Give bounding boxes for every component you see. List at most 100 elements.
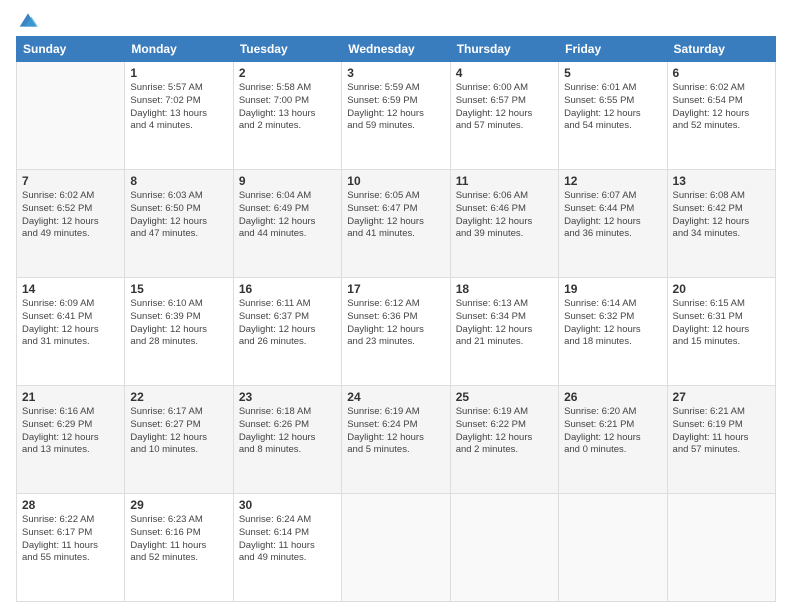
calendar-cell: 22 Sunrise: 6:17 AMSunset: 6:27 PMDayligh… bbox=[125, 386, 233, 494]
calendar-week-row: 7 Sunrise: 6:02 AMSunset: 6:52 PMDaylight… bbox=[17, 170, 776, 278]
day-number: 24 bbox=[347, 390, 444, 404]
day-info: Sunrise: 6:13 AMSunset: 6:34 PMDaylight:… bbox=[456, 298, 553, 349]
logo bbox=[16, 12, 38, 28]
day-info: Sunrise: 6:00 AMSunset: 6:57 PMDaylight:… bbox=[456, 82, 553, 133]
calendar-cell: 6 Sunrise: 6:02 AMSunset: 6:54 PMDaylight… bbox=[667, 62, 775, 170]
day-info: Sunrise: 6:02 AMSunset: 6:52 PMDaylight:… bbox=[22, 190, 119, 241]
calendar-cell: 18 Sunrise: 6:13 AMSunset: 6:34 PMDayligh… bbox=[450, 278, 558, 386]
day-number: 19 bbox=[564, 282, 661, 296]
day-number: 8 bbox=[130, 174, 227, 188]
day-number: 20 bbox=[673, 282, 770, 296]
calendar-cell: 5 Sunrise: 6:01 AMSunset: 6:55 PMDaylight… bbox=[559, 62, 667, 170]
calendar-cell bbox=[559, 494, 667, 602]
day-number: 5 bbox=[564, 66, 661, 80]
calendar-week-row: 28 Sunrise: 6:22 AMSunset: 6:17 PMDayligh… bbox=[17, 494, 776, 602]
calendar-cell bbox=[667, 494, 775, 602]
calendar-week-row: 14 Sunrise: 6:09 AMSunset: 6:41 PMDayligh… bbox=[17, 278, 776, 386]
day-info: Sunrise: 6:07 AMSunset: 6:44 PMDaylight:… bbox=[564, 190, 661, 241]
day-info: Sunrise: 6:09 AMSunset: 6:41 PMDaylight:… bbox=[22, 298, 119, 349]
day-info: Sunrise: 6:23 AMSunset: 6:16 PMDaylight:… bbox=[130, 514, 227, 565]
day-number: 10 bbox=[347, 174, 444, 188]
day-number: 16 bbox=[239, 282, 336, 296]
day-info: Sunrise: 5:58 AMSunset: 7:00 PMDaylight:… bbox=[239, 82, 336, 133]
calendar-cell bbox=[342, 494, 450, 602]
day-info: Sunrise: 6:24 AMSunset: 6:14 PMDaylight:… bbox=[239, 514, 336, 565]
calendar-cell: 2Sunrise: 5:58 AMSunset: 7:00 PMDaylight… bbox=[233, 62, 341, 170]
day-number: 26 bbox=[564, 390, 661, 404]
day-number: 4 bbox=[456, 66, 553, 80]
calendar-cell: 3Sunrise: 5:59 AMSunset: 6:59 PMDaylight… bbox=[342, 62, 450, 170]
calendar-header-friday: Friday bbox=[559, 37, 667, 62]
calendar-header-sunday: Sunday bbox=[17, 37, 125, 62]
day-info: Sunrise: 6:10 AMSunset: 6:39 PMDaylight:… bbox=[130, 298, 227, 349]
day-info: Sunrise: 6:15 AMSunset: 6:31 PMDaylight:… bbox=[673, 298, 770, 349]
day-number: 25 bbox=[456, 390, 553, 404]
calendar-cell: 20 Sunrise: 6:15 AMSunset: 6:31 PMDayligh… bbox=[667, 278, 775, 386]
day-info: Sunrise: 6:14 AMSunset: 6:32 PMDaylight:… bbox=[564, 298, 661, 349]
day-number: 27 bbox=[673, 390, 770, 404]
calendar-header-wednesday: Wednesday bbox=[342, 37, 450, 62]
day-info: Sunrise: 6:19 AMSunset: 6:22 PMDaylight:… bbox=[456, 406, 553, 457]
calendar-cell: 10 Sunrise: 6:05 AMSunset: 6:47 PMDayligh… bbox=[342, 170, 450, 278]
day-number: 21 bbox=[22, 390, 119, 404]
calendar-header-tuesday: Tuesday bbox=[233, 37, 341, 62]
day-number: 17 bbox=[347, 282, 444, 296]
day-number: 15 bbox=[130, 282, 227, 296]
calendar-cell: 4 Sunrise: 6:00 AMSunset: 6:57 PMDaylight… bbox=[450, 62, 558, 170]
day-info: Sunrise: 6:06 AMSunset: 6:46 PMDaylight:… bbox=[456, 190, 553, 241]
calendar-cell: 29Sunrise: 6:23 AMSunset: 6:16 PMDayligh… bbox=[125, 494, 233, 602]
day-info: Sunrise: 6:12 AMSunset: 6:36 PMDaylight:… bbox=[347, 298, 444, 349]
calendar-week-row: 21 Sunrise: 6:16 AMSunset: 6:29 PMDayligh… bbox=[17, 386, 776, 494]
day-number: 22 bbox=[130, 390, 227, 404]
calendar-cell: 28 Sunrise: 6:22 AMSunset: 6:17 PMDayligh… bbox=[17, 494, 125, 602]
day-info: Sunrise: 6:01 AMSunset: 6:55 PMDaylight:… bbox=[564, 82, 661, 133]
day-info: Sunrise: 6:22 AMSunset: 6:17 PMDaylight:… bbox=[22, 514, 119, 565]
day-number: 30 bbox=[239, 498, 336, 512]
calendar-cell: 26 Sunrise: 6:20 AMSunset: 6:21 PMDayligh… bbox=[559, 386, 667, 494]
calendar-cell: 13Sunrise: 6:08 AMSunset: 6:42 PMDayligh… bbox=[667, 170, 775, 278]
calendar-cell: 25 Sunrise: 6:19 AMSunset: 6:22 PMDayligh… bbox=[450, 386, 558, 494]
calendar-cell: 16 Sunrise: 6:11 AMSunset: 6:37 PMDayligh… bbox=[233, 278, 341, 386]
calendar-cell bbox=[17, 62, 125, 170]
calendar-cell: 15 Sunrise: 6:10 AMSunset: 6:39 PMDayligh… bbox=[125, 278, 233, 386]
day-info: Sunrise: 6:20 AMSunset: 6:21 PMDaylight:… bbox=[564, 406, 661, 457]
day-number: 28 bbox=[22, 498, 119, 512]
calendar-cell: 11Sunrise: 6:06 AMSunset: 6:46 PMDayligh… bbox=[450, 170, 558, 278]
calendar-cell: 24 Sunrise: 6:19 AMSunset: 6:24 PMDayligh… bbox=[342, 386, 450, 494]
calendar-header-row: SundayMondayTuesdayWednesdayThursdayFrid… bbox=[17, 37, 776, 62]
calendar-cell: 17 Sunrise: 6:12 AMSunset: 6:36 PMDayligh… bbox=[342, 278, 450, 386]
calendar-cell: 1Sunrise: 5:57 AMSunset: 7:02 PMDaylight… bbox=[125, 62, 233, 170]
calendar-header-thursday: Thursday bbox=[450, 37, 558, 62]
day-info: Sunrise: 6:19 AMSunset: 6:24 PMDaylight:… bbox=[347, 406, 444, 457]
calendar-cell: 30 Sunrise: 6:24 AMSunset: 6:14 PMDayligh… bbox=[233, 494, 341, 602]
day-number: 9 bbox=[239, 174, 336, 188]
day-number: 6 bbox=[673, 66, 770, 80]
day-info: Sunrise: 5:59 AMSunset: 6:59 PMDaylight:… bbox=[347, 82, 444, 133]
calendar-cell: 7 Sunrise: 6:02 AMSunset: 6:52 PMDaylight… bbox=[17, 170, 125, 278]
calendar-header-saturday: Saturday bbox=[667, 37, 775, 62]
day-number: 18 bbox=[456, 282, 553, 296]
day-info: Sunrise: 6:18 AMSunset: 6:26 PMDaylight:… bbox=[239, 406, 336, 457]
calendar-cell: 19 Sunrise: 6:14 AMSunset: 6:32 PMDayligh… bbox=[559, 278, 667, 386]
day-number: 14 bbox=[22, 282, 119, 296]
day-number: 7 bbox=[22, 174, 119, 188]
calendar-cell bbox=[450, 494, 558, 602]
day-number: 12 bbox=[564, 174, 661, 188]
day-info: Sunrise: 6:04 AMSunset: 6:49 PMDaylight:… bbox=[239, 190, 336, 241]
calendar-cell: 27 Sunrise: 6:21 AMSunset: 6:19 PMDayligh… bbox=[667, 386, 775, 494]
calendar-table: SundayMondayTuesdayWednesdayThursdayFrid… bbox=[16, 36, 776, 602]
page: SundayMondayTuesdayWednesdayThursdayFrid… bbox=[0, 0, 792, 612]
day-info: Sunrise: 6:17 AMSunset: 6:27 PMDaylight:… bbox=[130, 406, 227, 457]
calendar-cell: 21 Sunrise: 6:16 AMSunset: 6:29 PMDayligh… bbox=[17, 386, 125, 494]
logo-icon bbox=[18, 10, 38, 30]
day-number: 23 bbox=[239, 390, 336, 404]
day-info: Sunrise: 6:16 AMSunset: 6:29 PMDaylight:… bbox=[22, 406, 119, 457]
day-info: Sunrise: 6:11 AMSunset: 6:37 PMDaylight:… bbox=[239, 298, 336, 349]
day-info: Sunrise: 6:21 AMSunset: 6:19 PMDaylight:… bbox=[673, 406, 770, 457]
day-info: Sunrise: 6:05 AMSunset: 6:47 PMDaylight:… bbox=[347, 190, 444, 241]
calendar-cell: 8Sunrise: 6:03 AMSunset: 6:50 PMDaylight… bbox=[125, 170, 233, 278]
day-info: Sunrise: 6:02 AMSunset: 6:54 PMDaylight:… bbox=[673, 82, 770, 133]
day-number: 13 bbox=[673, 174, 770, 188]
day-info: Sunrise: 5:57 AMSunset: 7:02 PMDaylight:… bbox=[130, 82, 227, 133]
calendar-cell: 12 Sunrise: 6:07 AMSunset: 6:44 PMDayligh… bbox=[559, 170, 667, 278]
